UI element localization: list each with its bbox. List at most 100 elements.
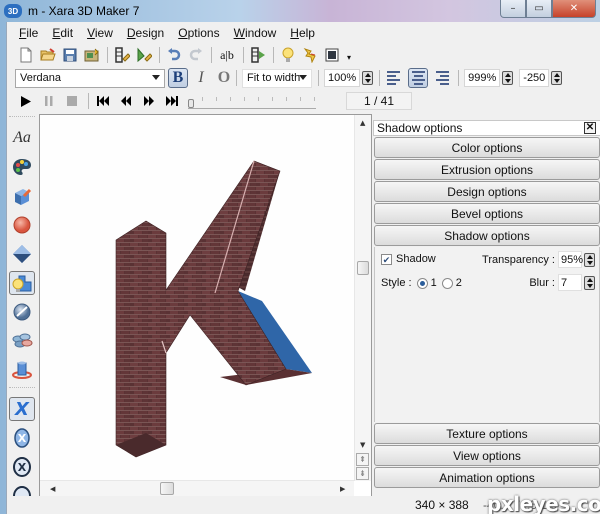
color-options-button[interactable]: Color options [374,137,600,158]
spin-updown-icon[interactable] [551,71,563,85]
color-palette-icon[interactable] [9,155,35,179]
menu-bar: File Edit View Design Options Window Hel… [7,22,600,44]
italic-button[interactable]: I [191,68,211,88]
rotate-y-icon[interactable]: X [9,426,35,450]
minimize-button[interactable]: – [500,0,526,18]
rotate-free-icon[interactable] [9,484,35,496]
chevron-down-icon [152,74,160,80]
checkbox-check-icon[interactable]: ✔ [381,253,392,265]
design-options-button[interactable]: Design options [374,181,600,202]
background-dropdown-arrow[interactable]: ▾ [345,53,353,62]
watermark: pxleyes.com [487,492,600,514]
scroll-left-arrow-icon[interactable]: ◀ [50,485,55,493]
save-icon[interactable] [61,46,79,64]
blur-spin-icon[interactable] [584,275,595,290]
align-center-button[interactable] [408,68,429,88]
toolbar-separator [159,47,160,63]
menu-edit[interactable]: Edit [52,26,73,40]
extrusion-icon[interactable] [9,184,35,208]
view-options-button[interactable]: View options [374,445,600,466]
menu-window[interactable]: Window [234,26,277,40]
zoom-mode-select[interactable]: Fit to width [242,68,312,88]
stop-icon[interactable] [63,93,81,109]
zoom-percent-value[interactable]: 100% [324,69,361,87]
play-animation-icon[interactable] [249,46,267,64]
redo-icon[interactable] [187,46,205,64]
align-right-button[interactable] [431,68,451,88]
menu-design[interactable]: Design [127,26,164,40]
rotate-icon[interactable] [9,300,35,324]
previous-frame-icon[interactable] [117,93,135,109]
lighting-icon[interactable] [9,271,35,295]
transparency-input[interactable]: 95% [558,251,583,268]
lightning-icon[interactable] [301,46,319,64]
scroll-up-arrow-icon[interactable]: ▲ [360,119,365,127]
new-file-icon[interactable] [17,46,35,64]
menu-file[interactable]: File [19,26,38,40]
frame-counter: 1 / 41 [346,92,412,110]
panel-close-icon[interactable]: ✕ [584,122,596,134]
style-radio-2[interactable] [441,277,453,289]
outline-button[interactable]: O [214,68,234,88]
zoom-percent-stepper[interactable]: 100% [324,69,374,87]
scroll-right-arrow-icon[interactable]: ▶ [340,485,345,493]
menu-view[interactable]: View [87,26,113,40]
font-select[interactable]: Verdana [15,68,165,88]
last-frame-icon[interactable] [163,93,181,109]
export-icon[interactable] [83,46,101,64]
texture-icon[interactable] [9,329,35,353]
line-spacing-value[interactable]: 999% [464,69,501,87]
background-icon[interactable] [323,46,341,64]
animation-options-button[interactable]: Animation options [374,467,600,488]
animation-icon[interactable] [9,358,35,382]
menu-options[interactable]: Options [178,26,219,40]
main-toolbar: a|b ▾ [7,44,600,66]
next-frame-icon[interactable] [140,93,158,109]
transparency-control: Transparency : 95% [482,251,595,268]
text-edit-icon[interactable]: a|b [217,46,237,64]
frame-slider[interactable] [188,93,316,109]
text-tool-icon[interactable]: Aa [9,126,35,150]
light-icon[interactable] [279,46,297,64]
transparency-spin-icon[interactable] [584,252,595,267]
shadow-options-button[interactable]: Shadow options [374,225,600,246]
style-radio-1[interactable] [416,277,428,289]
extrusion-options-button[interactable]: Extrusion options [374,159,600,180]
vertical-scroll-thumb[interactable] [357,261,369,275]
menu-view-label: iew [94,26,113,40]
menu-help[interactable]: Help [290,26,315,40]
spin-updown-icon[interactable] [502,71,514,85]
horizontal-scroll-thumb[interactable] [160,482,174,495]
char-spacing-value[interactable]: -250 [519,69,550,87]
blur-input[interactable]: 7 [558,274,582,291]
canvas-area: ▲ ▼ ⇞ ⇟ ◀ ▶ [39,114,372,498]
shadow-checkbox[interactable]: ✔ Shadow [381,253,436,265]
edit-text-icon[interactable] [135,46,153,64]
bevel-icon[interactable] [9,213,35,237]
next-page-icon[interactable]: ⇟ [356,467,369,480]
rotate-x-icon[interactable]: X [9,397,35,421]
maximize-button[interactable]: ▭ [526,0,552,18]
texture-options-button[interactable]: Texture options [374,423,600,444]
undo-icon[interactable] [165,46,183,64]
char-spacing-stepper[interactable]: -250 [519,69,563,87]
rotate-z-icon[interactable]: X [9,455,35,479]
bold-button[interactable]: B [168,68,188,88]
first-frame-icon[interactable] [94,93,112,109]
align-left-button[interactable] [385,68,405,88]
edit-animation-icon[interactable] [113,46,131,64]
horizontal-scrollbar[interactable]: ◀ ▶ [40,480,354,497]
design-icon[interactable] [9,242,35,266]
frame-slider-thumb[interactable] [188,99,194,108]
bevel-options-button[interactable]: Bevel options [374,203,600,224]
spin-updown-icon[interactable] [362,71,374,85]
preview-canvas[interactable] [40,115,354,481]
line-spacing-stepper[interactable]: 999% [464,69,514,87]
previous-page-icon[interactable]: ⇞ [356,453,369,466]
open-file-icon[interactable] [39,46,57,64]
scroll-down-arrow-icon[interactable]: ▼ [360,441,365,449]
vertical-scrollbar[interactable]: ▲ ▼ ⇞ ⇟ [354,115,371,481]
play-icon[interactable] [17,93,35,109]
close-button[interactable]: ✕ [552,0,596,18]
pause-icon[interactable] [40,93,58,109]
